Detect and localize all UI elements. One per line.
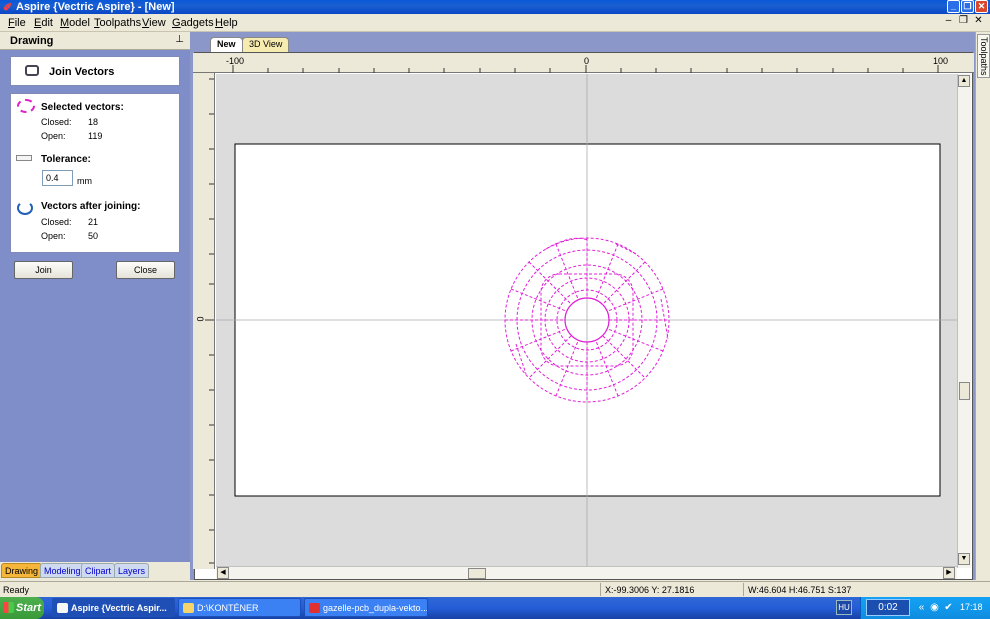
selected-heading: Selected vectors: xyxy=(41,102,124,113)
join-vectors-icon xyxy=(25,65,39,76)
task-image-label: gazelle-pcb_dupla-vekto... xyxy=(323,603,428,613)
pin-icon[interactable]: ⊥ xyxy=(175,34,184,45)
menu-toolpaths[interactable]: Toolpaths xyxy=(94,17,141,29)
after-closed-value: 21 xyxy=(88,217,99,227)
tray-expand-icon[interactable]: « xyxy=(916,602,927,613)
ruler-label-neg100: -100 xyxy=(226,56,245,66)
tab-modeling[interactable]: Modeling xyxy=(40,563,85,578)
mdi-controls: – ❐ ✕ xyxy=(943,16,984,27)
scroll-down-icon[interactable]: ▼ xyxy=(958,553,970,565)
clock: 17:18 xyxy=(960,602,983,612)
tab-clipart[interactable]: Clipart xyxy=(81,563,116,578)
timer-display[interactable]: 0:02 xyxy=(866,599,910,616)
task-folder-label: D:\KONTÉNER xyxy=(197,603,259,613)
panel-tabs: Drawing Modeling Clipart Layers xyxy=(0,562,190,578)
tab-layers[interactable]: Layers xyxy=(114,563,150,578)
canvas-drawing xyxy=(216,74,957,568)
selected-closed-label: Closed: xyxy=(41,117,72,127)
top-ruler: -100 0 100 xyxy=(193,53,974,73)
language-indicator[interactable]: HU xyxy=(836,600,852,615)
tab-new[interactable]: New xyxy=(210,37,243,52)
task-folder[interactable]: D:\KONTÉNER xyxy=(178,598,301,617)
after-open-label: Open: xyxy=(41,231,66,241)
after-open-value: 50 xyxy=(88,231,99,241)
tab-3d-view[interactable]: 3D View xyxy=(242,37,290,52)
selected-open-value: 119 xyxy=(88,131,103,141)
scroll-up-icon[interactable]: ▲ xyxy=(958,75,970,87)
status-divider xyxy=(600,583,601,596)
status-dimensions: W:46.604 H:46.751 S:137 xyxy=(748,585,852,595)
drawing-panel: Drawing ⊥ Join Vectors Selected vectors:… xyxy=(0,32,190,562)
status-ready: Ready xyxy=(3,585,30,595)
task-aspire-label: Aspire {Vectric Aspir... xyxy=(71,603,167,613)
tray-network-icon[interactable]: ◉ xyxy=(929,602,940,613)
menu-gadgets[interactable]: Gadgets xyxy=(172,17,214,29)
task-image[interactable]: gazelle-pcb_dupla-vekto... xyxy=(304,598,428,617)
tab-drawing[interactable]: Drawing xyxy=(1,563,43,578)
start-label: Start xyxy=(16,602,42,614)
join-settings-card: Selected vectors: Closed: 18 Open: 119 T… xyxy=(10,93,180,253)
tolerance-heading: Tolerance: xyxy=(41,154,91,165)
aspire-app-icon: ✐ xyxy=(3,2,13,14)
panel-header: Drawing ⊥ xyxy=(0,32,190,50)
tray-safe-remove-icon[interactable]: ✔ xyxy=(943,602,954,613)
tolerance-unit: mm xyxy=(77,176,92,186)
selected-open-label: Open: xyxy=(41,131,66,141)
ruler-label-0: 0 xyxy=(584,56,590,66)
window-title: Aspire {Vectric Aspire} - [New] xyxy=(16,1,175,13)
toolpaths-side-tab[interactable]: Toolpaths xyxy=(977,34,990,78)
mdi-minimize-icon[interactable]: – xyxy=(943,16,954,27)
window-controls: _ ❐ ✕ xyxy=(947,0,988,13)
status-bar: Ready X:-99.3006 Y: 27.1816 W:46.604 H:4… xyxy=(0,581,990,597)
right-side-strip: Toolpaths xyxy=(975,32,990,580)
horizontal-scroll-thumb[interactable] xyxy=(468,568,486,579)
tolerance-icon xyxy=(16,155,32,161)
start-button[interactable]: Start xyxy=(0,597,44,619)
taskbar: Start Aspire {Vectric Aspir... D:\KONTÉN… xyxy=(0,597,990,619)
join-button[interactable]: Join xyxy=(14,261,73,279)
close-window-button[interactable]: ✕ xyxy=(975,0,988,13)
horizontal-scrollbar[interactable]: ◀ ▶ xyxy=(216,566,957,579)
tool-title-card: Join Vectors xyxy=(10,56,180,86)
vertical-scroll-thumb[interactable] xyxy=(959,382,970,400)
status-divider xyxy=(743,583,744,596)
menu-bar: File Edit Model Toolpaths View Gadgets H… xyxy=(0,14,990,32)
selected-closed-value: 18 xyxy=(88,117,99,127)
panel-title: Drawing xyxy=(10,35,54,47)
menu-model[interactable]: Model xyxy=(60,17,90,29)
restore-button[interactable]: ❐ xyxy=(961,0,974,13)
title-bar: ✐ Aspire {Vectric Aspire} - [New] _ ❐ ✕ xyxy=(0,0,990,14)
ruler-label-100: 100 xyxy=(933,56,949,66)
menu-help[interactable]: Help xyxy=(215,17,238,29)
windows-flag-icon xyxy=(3,602,14,613)
minimize-button[interactable]: _ xyxy=(947,0,960,13)
menu-view[interactable]: View xyxy=(142,17,166,29)
aspire-task-icon xyxy=(57,603,68,613)
tool-title: Join Vectors xyxy=(49,66,115,78)
selected-vectors-icon xyxy=(17,99,35,113)
status-coordinates: X:-99.3006 Y: 27.1816 xyxy=(605,585,695,595)
ruler-left-label-0: 0 xyxy=(195,316,206,322)
image-viewer-icon xyxy=(309,603,320,613)
menu-file[interactable]: File xyxy=(8,17,26,29)
folder-icon xyxy=(183,603,194,613)
after-closed-label: Closed: xyxy=(41,217,72,227)
scroll-left-icon[interactable]: ◀ xyxy=(217,567,229,579)
tolerance-input[interactable]: 0.4 xyxy=(42,170,73,186)
vectors-after-icon xyxy=(17,201,33,215)
menu-edit[interactable]: Edit xyxy=(34,17,53,29)
mdi-close-icon[interactable]: ✕ xyxy=(973,16,984,27)
scroll-right-icon[interactable]: ▶ xyxy=(943,567,955,579)
close-button[interactable]: Close xyxy=(116,261,175,279)
drawing-canvas[interactable] xyxy=(216,74,957,568)
mdi-restore-icon[interactable]: ❐ xyxy=(958,16,969,27)
left-ruler: 0 xyxy=(193,73,215,569)
vertical-scrollbar[interactable]: ▲ ▼ xyxy=(957,74,971,568)
task-aspire[interactable]: Aspire {Vectric Aspir... xyxy=(52,598,175,617)
after-heading: Vectors after joining: xyxy=(41,201,141,212)
